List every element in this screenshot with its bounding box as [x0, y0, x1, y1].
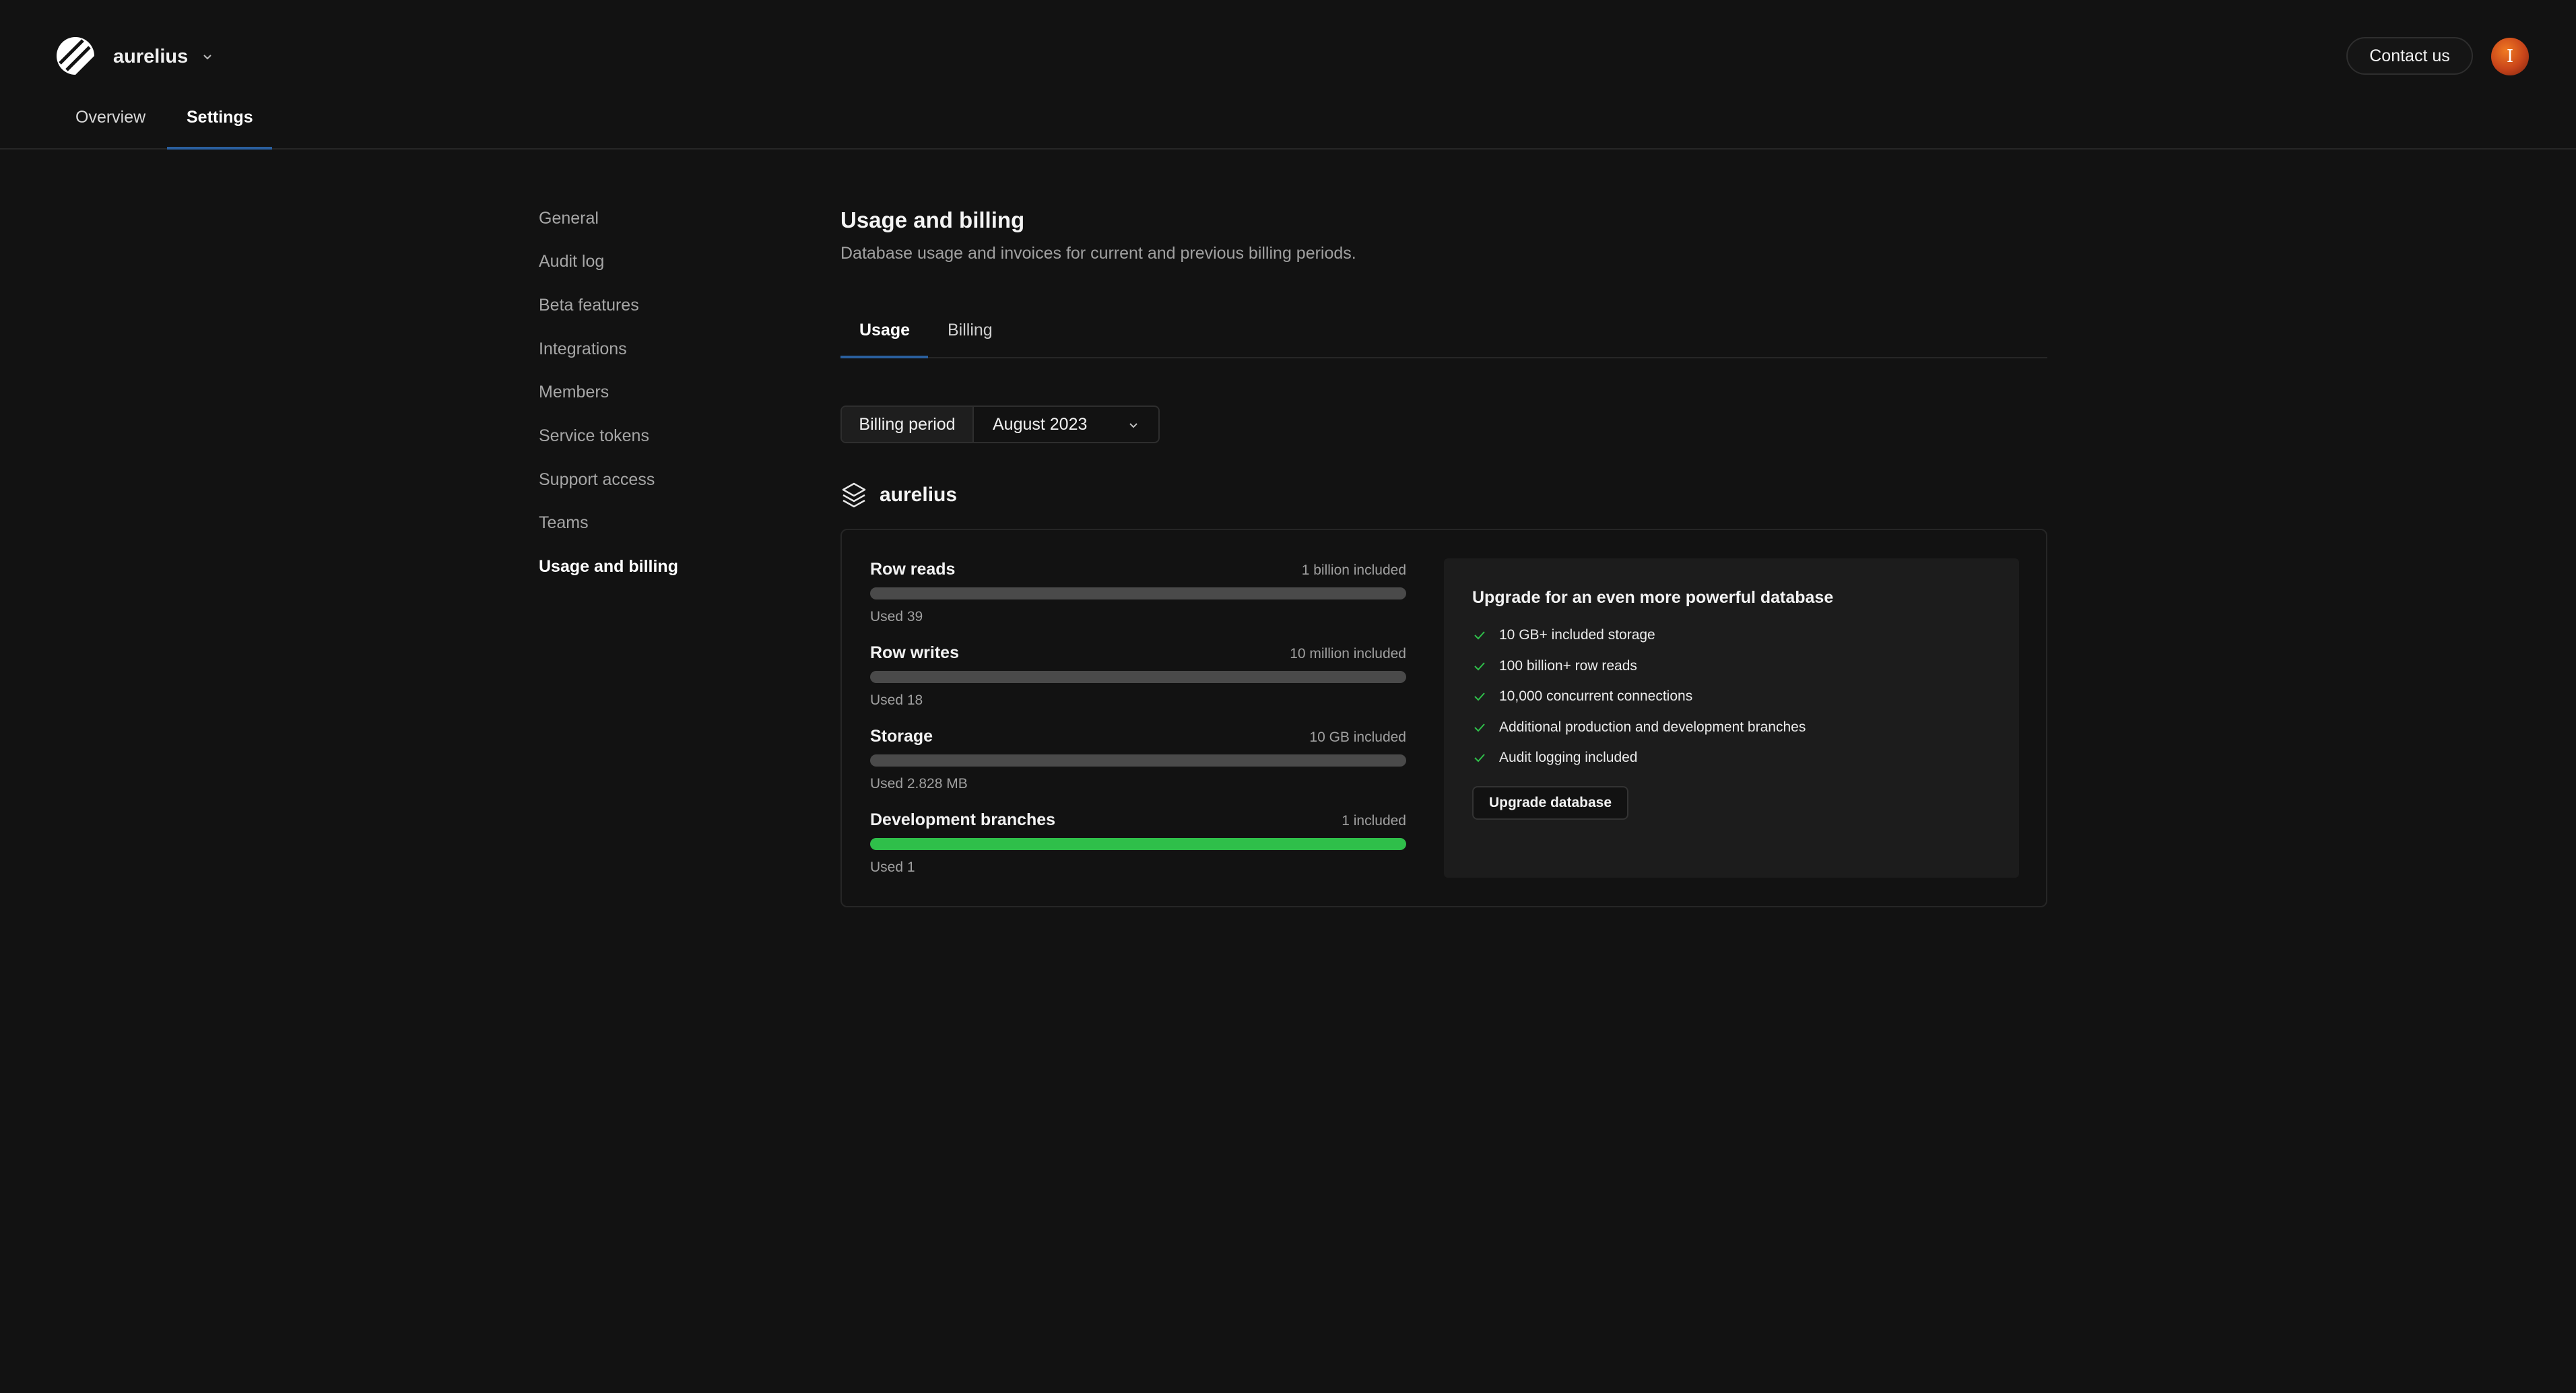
usage-bar: [870, 587, 1406, 600]
metric-storage: Storage 10 GB included Used 2.828 MB: [870, 727, 1406, 792]
billing-period-control: Billing period August 2023: [840, 406, 1160, 443]
feature-label: Additional production and development br…: [1499, 719, 1806, 735]
metric-used: Used 2.828 MB: [870, 776, 968, 791]
billing-period-select[interactable]: August 2023: [974, 407, 1158, 442]
feature-label: Audit logging included: [1499, 750, 1638, 765]
feature-item: 10,000 concurrent connections: [1472, 688, 1692, 705]
check-icon: [1474, 754, 1485, 763]
org-switcher[interactable]: aurelius: [113, 42, 215, 71]
contact-us-button[interactable]: Contact us: [2346, 37, 2473, 75]
check-icon: [1474, 692, 1485, 701]
sidebar-item-teams[interactable]: Teams: [539, 513, 589, 533]
sidebar-item-members[interactable]: Members: [539, 383, 609, 402]
metric-included: 10 million included: [1290, 646, 1406, 661]
metric-development-branches: Development branches 1 included Used 1: [870, 810, 1406, 876]
metric-name: Storage: [870, 727, 933, 746]
metric-included: 10 GB included: [1309, 730, 1406, 745]
check-icon: [1474, 631, 1485, 640]
metric-used: Used 39: [870, 609, 923, 624]
metric-row-reads: Row reads 1 billion included Used 39: [870, 560, 1406, 625]
chevron-down-icon: [1129, 423, 1137, 428]
sidebar-item-integrations[interactable]: Integrations: [539, 339, 627, 359]
usage-card: Row reads 1 billion included Used 39 Row…: [840, 529, 2047, 907]
upgrade-panel: Upgrade for an even more powerful databa…: [1444, 558, 2019, 878]
check-icon: [1474, 723, 1485, 732]
usage-bar: [870, 671, 1406, 683]
page-subtitle: Database usage and invoices for current …: [840, 244, 1356, 263]
metric-row-writes: Row writes 10 million included Used 18: [870, 643, 1406, 709]
feature-label: 10,000 concurrent connections: [1499, 688, 1693, 704]
billing-period-value: August 2023: [993, 414, 1088, 434]
chevron-down-icon: [203, 55, 211, 60]
upgrade-title: Upgrade for an even more powerful databa…: [1472, 588, 1834, 607]
metric-name: Development branches: [870, 810, 1056, 829]
page-title: Usage and billing: [840, 207, 1025, 232]
feature-label: 10 GB+ included storage: [1499, 627, 1655, 643]
check-icon: [1474, 662, 1485, 671]
usage-bar: [870, 754, 1406, 767]
metric-name: Row writes: [870, 643, 959, 662]
active-tab-indicator: [167, 147, 272, 150]
avatar[interactable]: I: [2491, 38, 2529, 75]
tab-billing[interactable]: Billing: [948, 321, 993, 340]
avatar-initial: I: [2506, 46, 2514, 67]
layers-icon: [842, 482, 866, 508]
sidebar-item-general[interactable]: General: [539, 209, 599, 228]
tab-settings[interactable]: Settings: [187, 108, 253, 127]
database-name: aurelius: [880, 484, 958, 506]
usage-bar: [870, 838, 1406, 850]
active-subtab-indicator: [840, 356, 928, 358]
org-name: aurelius: [113, 45, 189, 67]
upgrade-database-button[interactable]: Upgrade database: [1472, 786, 1628, 820]
tab-usage[interactable]: Usage: [859, 321, 910, 340]
usage-bar-fill: [870, 838, 1406, 850]
tab-overview[interactable]: Overview: [75, 108, 145, 127]
metric-included: 1 included: [1342, 813, 1406, 829]
feature-item: Additional production and development br…: [1472, 719, 1806, 736]
feature-label: 100 billion+ row reads: [1499, 658, 1637, 674]
metric-name: Row reads: [870, 560, 956, 579]
sidebar-item-beta-features[interactable]: Beta features: [539, 296, 639, 315]
tabs-divider: [840, 357, 2047, 358]
sidebar-item-service-tokens[interactable]: Service tokens: [539, 426, 649, 446]
billing-period-label: Billing period: [842, 407, 974, 442]
sidebar-item-support-access[interactable]: Support access: [539, 470, 655, 490]
metric-used: Used 18: [870, 692, 923, 708]
feature-item: Audit logging included: [1472, 750, 1638, 766]
top-header: aurelius Overview Settings Contact us I: [0, 0, 2576, 150]
feature-item: 100 billion+ row reads: [1472, 658, 1637, 674]
metric-used: Used 1: [870, 860, 915, 875]
planetscale-logo-icon[interactable]: [56, 36, 95, 75]
sidebar-item-usage-and-billing[interactable]: Usage and billing: [539, 557, 678, 577]
database-heading: aurelius: [840, 481, 957, 509]
sidebar-item-audit-log[interactable]: Audit log: [539, 252, 604, 271]
metric-included: 1 billion included: [1301, 562, 1406, 578]
feature-item: 10 GB+ included storage: [1472, 627, 1655, 643]
